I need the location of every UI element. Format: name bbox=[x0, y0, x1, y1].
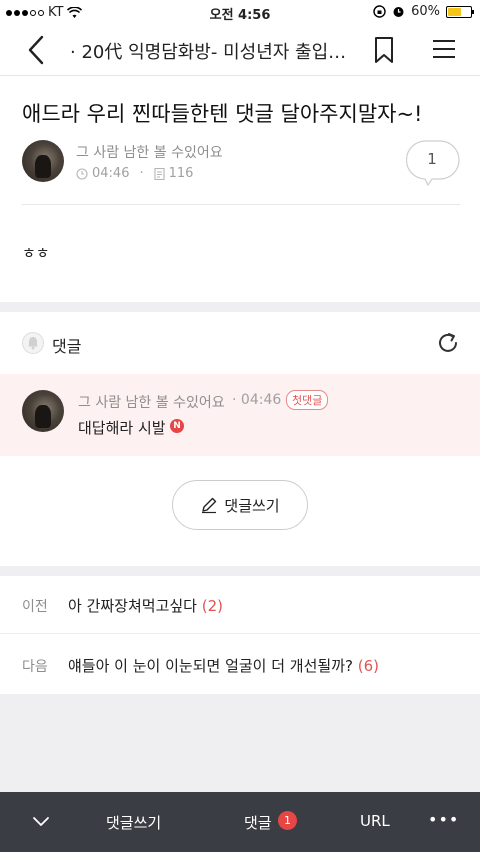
post-body: ㅎㅎ bbox=[22, 244, 50, 262]
bell-glyph bbox=[28, 337, 38, 350]
write-comment-label: 댓글쓰기 bbox=[224, 496, 280, 515]
alarm-clock-icon bbox=[393, 7, 404, 17]
next-title: 얘들아 이 눈이 이눈되면 얼굴이 더 개선될까? (6) bbox=[68, 655, 379, 676]
comment-count-bubble[interactable]: 1 bbox=[405, 140, 460, 187]
bottom-toolbar: 댓글쓰기 댓글 1 URL ••• bbox=[0, 792, 480, 852]
clock-icon bbox=[76, 167, 88, 180]
orientation-lock-icon bbox=[373, 5, 386, 18]
battery-percent: 60% bbox=[411, 4, 440, 19]
status-right: 60% bbox=[373, 4, 474, 19]
notification-bell-icon[interactable] bbox=[22, 332, 44, 354]
bookmark-icon[interactable] bbox=[372, 36, 396, 64]
next-title-text: 얘들아 이 눈이 이눈되면 얼굴이 더 개선될까? bbox=[68, 657, 353, 675]
comments-header: 댓글 bbox=[0, 312, 480, 374]
post-navigation: 이전 아 간짜장쳐먹고싶다 (2) 다음 얘들아 이 눈이 이눈되면 얼굴이 더… bbox=[0, 576, 480, 694]
comment-time-value: 04:46 bbox=[240, 392, 282, 408]
toolbar-comment-count: 1 bbox=[278, 811, 297, 830]
post-author[interactable]: 그 사람 남한 볼 수있어요 bbox=[76, 142, 223, 162]
pencil-icon bbox=[202, 497, 217, 514]
prev-comment-count: (2) bbox=[201, 597, 224, 615]
collapse-chevron-icon[interactable] bbox=[32, 812, 50, 830]
battery-icon bbox=[446, 5, 474, 18]
battery-fill bbox=[448, 7, 462, 16]
refresh-icon[interactable] bbox=[436, 331, 460, 355]
comments-title: 댓글 bbox=[52, 337, 82, 356]
prev-label: 이전 bbox=[22, 599, 48, 615]
write-comment-button[interactable]: 댓글쓰기 bbox=[172, 480, 308, 530]
toolbar-write-comment[interactable]: 댓글쓰기 bbox=[106, 812, 161, 833]
board-title[interactable]: · 20代 익명담화방- 미성년자 출입… bbox=[70, 38, 360, 64]
first-comment-badge: 첫댓글 bbox=[286, 390, 329, 410]
hamburger-menu-icon[interactable] bbox=[432, 38, 456, 60]
comment-text: 대답해라 시발 bbox=[78, 419, 166, 437]
post-divider bbox=[22, 204, 460, 205]
comment-count: 1 bbox=[427, 150, 437, 168]
prev-title-text: 아 간짜장쳐먹고싶다 bbox=[68, 597, 197, 615]
top-nav-bar: · 20代 익명담화방- 미성년자 출입… bbox=[0, 24, 480, 76]
author-avatar[interactable] bbox=[22, 140, 64, 182]
post-time: 04:46 bbox=[92, 166, 130, 181]
views-document-icon bbox=[154, 167, 165, 180]
status-bar: KT 오전 4:56 60% bbox=[0, 0, 480, 24]
prev-post-link[interactable]: 이전 아 간짜장쳐먹고싶다 (2) bbox=[0, 576, 480, 634]
comments-section: 댓글 그 사람 남한 볼 수있어요 · 04:46 첫댓글 대답해라 시발 N … bbox=[0, 312, 480, 566]
post-title: 애드라 우리 찐따들한텐 댓글 달아주지말자~! bbox=[22, 102, 423, 126]
commenter-avatar[interactable] bbox=[22, 390, 64, 432]
post-views: 116 bbox=[168, 166, 194, 181]
post-card: 애드라 우리 찐따들한텐 댓글 달아주지말자~! 그 사람 남한 볼 수있어요 … bbox=[0, 76, 480, 302]
comment-author[interactable]: 그 사람 남한 볼 수있어요 bbox=[78, 392, 225, 412]
post-meta: 04:46 · 116 bbox=[76, 166, 193, 181]
more-options-icon[interactable]: ••• bbox=[428, 810, 459, 829]
comment-item[interactable]: 그 사람 남한 볼 수있어요 · 04:46 첫댓글 대답해라 시발 N bbox=[0, 374, 480, 456]
next-label: 다음 bbox=[22, 659, 48, 675]
prev-title: 아 간짜장쳐먹고싶다 (2) bbox=[68, 595, 223, 616]
back-chevron-icon[interactable] bbox=[22, 34, 52, 66]
new-badge: N bbox=[170, 419, 184, 433]
next-comment-count: (6) bbox=[357, 657, 380, 675]
meta-separator: · bbox=[139, 166, 144, 181]
comment-time: · 04:46 bbox=[232, 392, 282, 408]
next-post-link[interactable]: 다음 얘들아 이 눈이 이눈되면 얼굴이 더 개선될까? (6) bbox=[0, 636, 480, 694]
toolbar-comments[interactable]: 댓글 bbox=[244, 812, 272, 833]
toolbar-url[interactable]: URL bbox=[360, 812, 390, 830]
